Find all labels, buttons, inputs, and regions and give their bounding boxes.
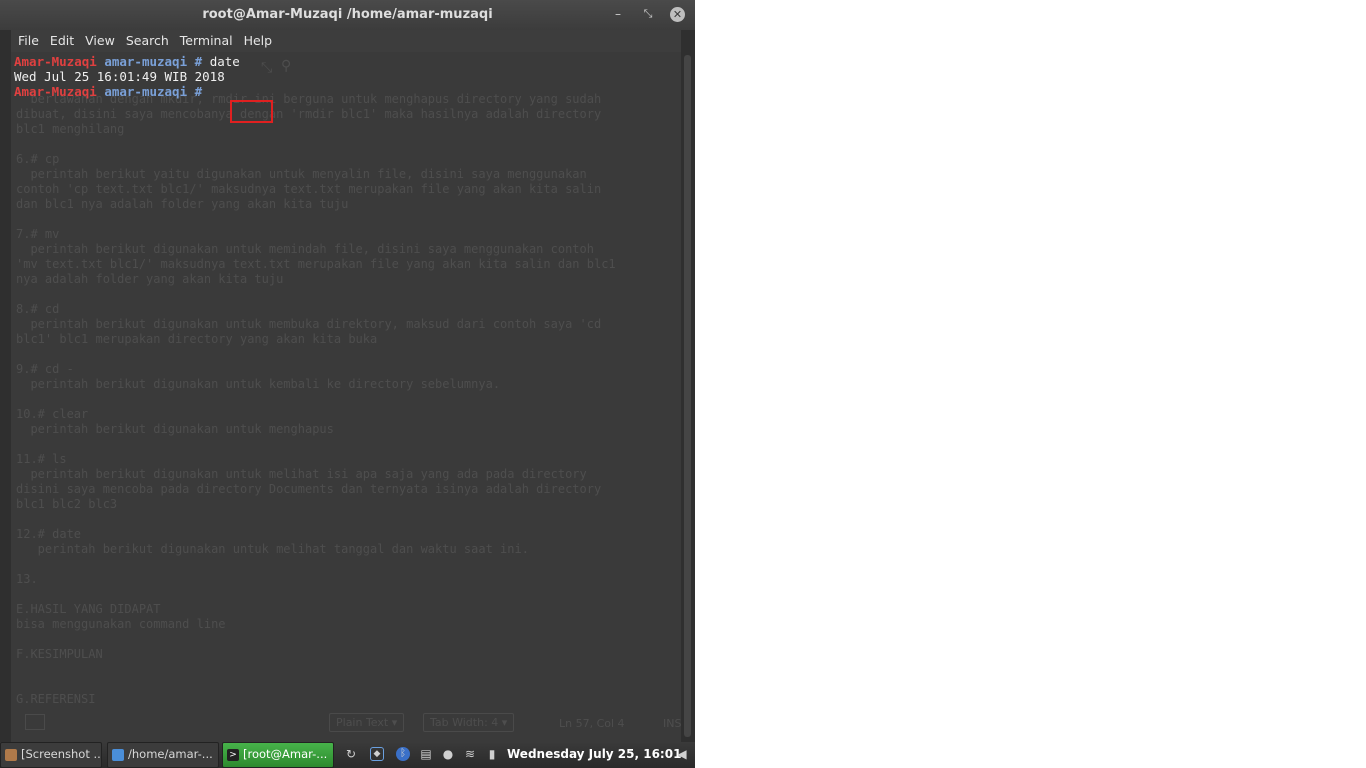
update-manager-icon[interactable]: ↻ — [344, 747, 358, 761]
language-label: Plain Text — [336, 716, 389, 729]
faint-sidebar-icon — [25, 714, 45, 730]
task-label: /home/amar-... — [128, 747, 213, 761]
terminal-scrollbar[interactable] — [684, 55, 691, 737]
terminal-line-command: Amar-Muzaqi amar-muzaqi # date — [14, 54, 240, 69]
menu-file[interactable]: File — [14, 30, 43, 52]
window-frame-left — [0, 30, 11, 742]
clipboard-icon[interactable]: ▤ — [419, 747, 433, 761]
desktop-screen: root@Amar-Muzaqi /home/amar-muzaqi – ⤡ ✕… — [0, 0, 695, 768]
prompt-host: Amar-Muzaqi — [14, 84, 97, 99]
task-label: [root@Amar-... — [243, 747, 328, 761]
minimize-icon[interactable]: – — [610, 6, 626, 22]
background-document-text: berlawanan dengan mkdir, rmdir ini bergu… — [16, 92, 616, 706]
menu-edit[interactable]: Edit — [46, 30, 78, 52]
clock[interactable]: Wednesday July 25, 16:01 — [507, 742, 681, 767]
command-highlight-box — [230, 100, 273, 123]
faint-tabwidth-selector: Tab Width: 4 ▾ — [423, 713, 515, 732]
window-titlebar[interactable]: root@Amar-Muzaqi /home/amar-muzaqi – ⤡ ✕ — [0, 0, 695, 31]
terminal-area[interactable]: berlawanan dengan mkdir, rmdir ini bergu… — [11, 52, 681, 742]
taskbar: [Screenshot ... /home/amar-... > [root@Am… — [0, 742, 695, 768]
faint-insert-mode: INS — [663, 717, 681, 730]
faint-language-selector: Plain Text ▾ — [329, 713, 405, 732]
shield-icon[interactable]: ◆ — [370, 747, 384, 761]
prompt-dir: amar-muzaqi — [104, 54, 188, 69]
menu-search[interactable]: Search — [122, 30, 173, 52]
command-output: Wed Jul 25 16:01:49 WIB 2018 — [14, 69, 225, 84]
user-icon[interactable]: ● — [441, 747, 455, 761]
menubar: File Edit View Search Terminal Help — [11, 30, 681, 52]
faint-tool-icon: ⤡ — [261, 60, 273, 76]
prompt-symbol: # — [194, 54, 203, 69]
menu-help[interactable]: Help — [240, 30, 277, 52]
screenshot-app-icon — [5, 748, 17, 761]
terminal-app-icon: > — [227, 748, 239, 761]
prompt-symbol: # — [194, 84, 203, 99]
faint-cursor-position: Ln 57, Col 4 — [559, 717, 625, 730]
maximize-icon[interactable]: ⤡ — [640, 6, 656, 22]
faint-search-icon: ⚲ — [281, 58, 292, 74]
volume-icon[interactable]: ◀ — [675, 747, 689, 761]
terminal-line-prompt: Amar-Muzaqi amar-muzaqi # — [14, 84, 202, 99]
task-terminal[interactable]: > [root@Amar-... — [222, 742, 334, 768]
close-icon[interactable]: ✕ — [670, 7, 685, 22]
prompt-dir: amar-muzaqi — [104, 84, 188, 99]
menu-terminal[interactable]: Terminal — [176, 30, 237, 52]
bluetooth-icon[interactable]: ᛒ — [396, 747, 410, 761]
tabwidth-label: Tab Width: 4 — [430, 716, 499, 729]
task-label: [Screenshot ... — [21, 747, 102, 761]
prompt-host: Amar-Muzaqi — [14, 54, 97, 69]
wifi-icon[interactable]: ≋ — [463, 747, 477, 761]
typed-command: date — [209, 54, 240, 69]
task-screenshot[interactable]: [Screenshot ... — [0, 742, 102, 768]
menu-view[interactable]: View — [81, 30, 119, 52]
window-title: root@Amar-Muzaqi /home/amar-muzaqi — [202, 7, 493, 22]
task-file-manager[interactable]: /home/amar-... — [107, 742, 219, 768]
folder-app-icon — [112, 748, 124, 761]
battery-icon[interactable]: ▮ — [485, 747, 499, 761]
